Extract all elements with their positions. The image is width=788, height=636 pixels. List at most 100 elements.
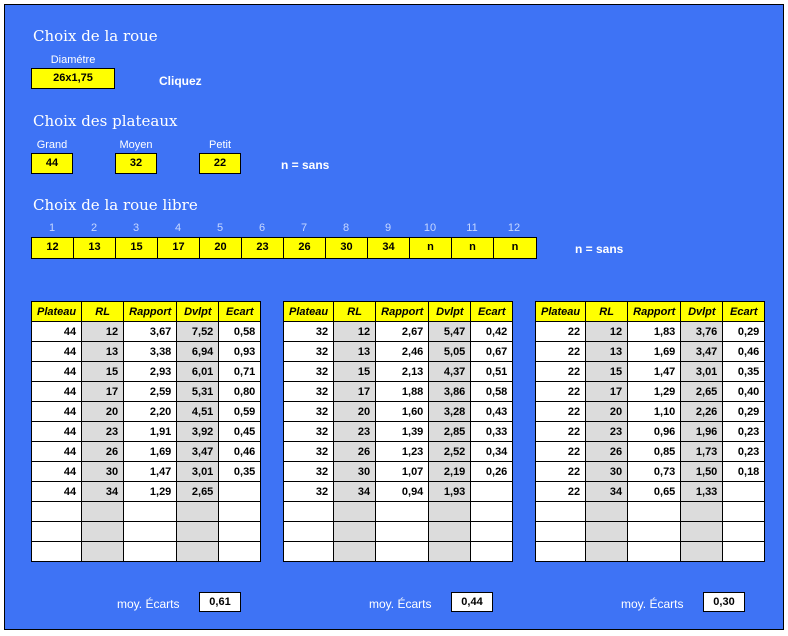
cell-plateau: 32 (282, 381, 335, 402)
sprocket-input[interactable]: 26 (284, 238, 326, 258)
table-row: 44 12 3,67 7,52 0,58 (30, 321, 262, 342)
wheel-section-title: Choix de la roue (33, 27, 158, 45)
cell-ecart: 0,51 (470, 361, 514, 382)
cell-plateau: 44 (30, 341, 83, 362)
cell-dvlpt: 3,28 (428, 401, 472, 422)
table-row: 22 20 1,10 2,26 0,29 (534, 401, 766, 422)
cell-rl: 12 (81, 321, 125, 342)
sprocket-input[interactable]: n (452, 238, 494, 258)
cell-ecart: 0,23 (722, 421, 766, 442)
cell-plateau (30, 541, 83, 562)
cell-rl: 13 (81, 341, 125, 362)
cell-rl (333, 501, 377, 522)
small-chainring-input[interactable]: 22 (199, 153, 241, 174)
column-header-rapport: Rapport (375, 301, 430, 322)
cell-ecart (470, 481, 514, 502)
cell-plateau: 44 (30, 381, 83, 402)
sprocket-input[interactable]: 15 (116, 238, 158, 258)
cell-dvlpt: 2,85 (428, 421, 472, 442)
cell-dvlpt: 2,52 (428, 441, 472, 462)
cell-rapport: 2,93 (123, 361, 178, 382)
cell-ecart: 0,45 (218, 421, 262, 442)
sprocket-input[interactable]: 12 (32, 238, 74, 258)
slot-number: 5 (216, 222, 224, 234)
cell-ecart: 0,34 (470, 441, 514, 462)
table-row (30, 521, 262, 542)
cell-dvlpt (680, 501, 724, 522)
table-header-row: Plateau RL Rapport Dvlpt Ecart (30, 301, 262, 322)
column-header-rapport: Rapport (627, 301, 682, 322)
sprocket-input[interactable]: n (494, 238, 536, 258)
cell-dvlpt: 2,26 (680, 401, 724, 422)
cell-dvlpt (176, 501, 220, 522)
cell-plateau: 44 (30, 401, 83, 422)
cell-plateau: 44 (30, 461, 83, 482)
column-header-plateau: Plateau (282, 301, 335, 322)
sprocket-input[interactable]: 13 (74, 238, 116, 258)
gear-calculator-panel: Choix de la roue Diamétre 26x1,75 Clique… (4, 4, 784, 630)
cell-dvlpt: 2,19 (428, 461, 472, 482)
cell-plateau: 22 (534, 461, 587, 482)
cell-rapport: 1,47 (123, 461, 178, 482)
sprocket-input[interactable]: 17 (158, 238, 200, 258)
cell-dvlpt: 1,96 (680, 421, 724, 442)
cell-dvlpt: 2,65 (680, 381, 724, 402)
column-header-ecart: Ecart (722, 301, 766, 322)
cell-plateau (534, 541, 587, 562)
table-row: 44 20 2,20 4,51 0,59 (30, 401, 262, 422)
cell-plateau: 32 (282, 361, 335, 382)
cell-rapport: 3,67 (123, 321, 178, 342)
cell-dvlpt: 7,52 (176, 321, 220, 342)
cell-dvlpt: 3,92 (176, 421, 220, 442)
diameter-selector[interactable]: 26x1,75 (31, 68, 115, 89)
cell-rapport: 1,69 (123, 441, 178, 462)
table-row: 44 26 1,69 3,47 0,46 (30, 441, 262, 462)
cell-plateau: 22 (534, 381, 587, 402)
table-row (282, 541, 514, 562)
table-row: 22 34 0,65 1,33 (534, 481, 766, 502)
table-header-row: Plateau RL Rapport Dvlpt Ecart (534, 301, 766, 322)
slot-number: 10 (423, 222, 437, 234)
sprocket-input[interactable]: 34 (368, 238, 410, 258)
cell-rl: 34 (333, 481, 377, 502)
big-chainring-input[interactable]: 44 (31, 153, 73, 174)
cell-plateau (534, 521, 587, 542)
cell-rapport (627, 541, 682, 562)
table-row (282, 501, 514, 522)
cell-plateau (30, 501, 83, 522)
cell-rl: 12 (585, 321, 629, 342)
cell-ecart: 0,35 (722, 361, 766, 382)
sprocket-input[interactable]: n (410, 238, 452, 258)
sprocket-input[interactable]: 30 (326, 238, 368, 258)
freewheel-sprockets: 12 13 15 17 20 23 26 30 34 n n n (31, 237, 537, 259)
mid-chainring-input[interactable]: 32 (115, 153, 157, 174)
cell-dvlpt: 3,86 (428, 381, 472, 402)
avg-gap-label: moy. Écarts (369, 597, 432, 611)
cell-rl: 15 (585, 361, 629, 382)
cell-rl: 26 (81, 441, 125, 462)
column-header-rl: RL (81, 301, 125, 322)
cell-rl: 13 (585, 341, 629, 362)
cell-ecart: 0,46 (722, 341, 766, 362)
cell-rapport (123, 541, 178, 562)
cell-rl: 26 (333, 441, 377, 462)
sprocket-input[interactable]: 20 (200, 238, 242, 258)
cell-rapport (375, 501, 430, 522)
cell-rl (81, 501, 125, 522)
cell-plateau: 22 (534, 341, 587, 362)
avg-gap-value: 0,30 (703, 592, 745, 612)
freewheel-note: n = sans (575, 242, 624, 256)
cell-dvlpt: 3,01 (176, 461, 220, 482)
sprocket-input[interactable]: 23 (242, 238, 284, 258)
cell-rl (585, 521, 629, 542)
results-table: Plateau RL Rapport Dvlpt Ecart 44 12 3,67 7,52 0,… (30, 301, 262, 562)
cell-rl (585, 541, 629, 562)
column-header-plateau: Plateau (30, 301, 83, 322)
column-header-dvlpt: Dvlpt (428, 301, 472, 322)
cell-dvlpt: 3,47 (176, 441, 220, 462)
cell-rl: 23 (585, 421, 629, 442)
slot-number: 7 (300, 222, 308, 234)
cell-plateau (534, 501, 587, 522)
avg-gap-value: 0,61 (199, 592, 241, 612)
table-row: 32 15 2,13 4,37 0,51 (282, 361, 514, 382)
